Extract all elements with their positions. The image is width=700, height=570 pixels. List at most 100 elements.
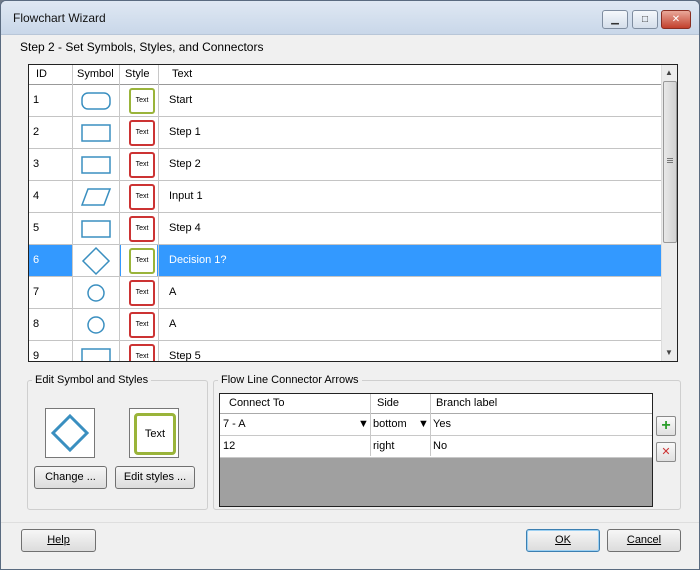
symbol-cell[interactable] — [73, 245, 119, 276]
chevron-down-icon[interactable]: ▼ — [418, 418, 429, 430]
column-id-header[interactable]: ID — [36, 68, 47, 80]
maximize-button[interactable]: □ — [632, 10, 658, 29]
symbol-cell[interactable] — [73, 309, 119, 340]
branch-label-cell[interactable]: No — [433, 440, 447, 452]
column-divider — [370, 394, 371, 456]
column-text-header[interactable]: Text — [172, 68, 192, 80]
column-branch-header[interactable]: Branch label — [436, 397, 497, 409]
close-button[interactable]: ✕ — [661, 10, 691, 29]
column-connect-to-header[interactable]: Connect To — [229, 397, 284, 409]
chevron-down-icon[interactable]: ▼ — [358, 418, 369, 430]
style-swatch: Text — [129, 120, 155, 146]
column-side-header[interactable]: Side — [377, 397, 399, 409]
column-symbol-header[interactable]: Symbol — [77, 68, 114, 80]
style-cell[interactable]: Text — [121, 341, 157, 361]
rectangle-icon — [81, 220, 111, 238]
table-row[interactable]: 1 Text Start — [29, 85, 662, 117]
style-swatch: Text — [129, 344, 155, 361]
symbol-cell[interactable] — [73, 213, 119, 244]
side-select[interactable]: bottom — [373, 418, 407, 430]
delete-connector-icon[interactable]: ✕ — [656, 442, 676, 462]
window-title: Flowchart Wizard — [13, 11, 106, 25]
style-cell[interactable]: Text — [121, 245, 157, 276]
help-button[interactable]: Help — [21, 529, 96, 552]
connect-to-cell[interactable]: 12 — [223, 440, 235, 452]
side-cell[interactable]: right — [373, 440, 394, 452]
connector-table-header: Connect To Side Branch label — [220, 394, 652, 414]
row-text[interactable]: A — [169, 318, 176, 330]
column-divider — [72, 65, 73, 361]
row-text[interactable]: Step 2 — [169, 158, 201, 170]
table-row[interactable]: 3 Text Step 2 — [29, 149, 662, 181]
branch-label-cell[interactable]: Yes — [433, 418, 451, 430]
connect-to-select[interactable]: 7 - A — [223, 418, 246, 430]
row-text[interactable]: Start — [169, 94, 192, 106]
rectangle-icon — [81, 124, 111, 142]
style-cell[interactable]: Text — [121, 309, 157, 340]
column-divider — [430, 394, 431, 456]
connector-row[interactable]: 7 - A ▼ bottom ▼ Yes — [220, 414, 652, 436]
connector-row[interactable]: 12 right No — [220, 436, 652, 458]
style-preview: Text — [129, 408, 179, 458]
style-cell[interactable]: Text — [121, 277, 157, 308]
symbols-grid[interactable]: ID Symbol Style Text 1 Text Start 2 Text Step… — [28, 64, 678, 362]
table-row[interactable]: 2 Text Step 1 — [29, 117, 662, 149]
row-text[interactable]: A — [169, 286, 176, 298]
row-text[interactable]: Step 5 — [169, 350, 201, 361]
minimize-button[interactable]: ▁ — [602, 10, 628, 29]
table-row[interactable]: 5 Text Step 4 — [29, 213, 662, 245]
row-text[interactable]: Step 4 — [169, 222, 201, 234]
style-swatch: Text — [129, 152, 155, 178]
table-row[interactable]: 4 Text Input 1 — [29, 181, 662, 213]
diamond-icon — [50, 413, 90, 453]
circle-icon — [87, 316, 105, 334]
scroll-up-icon[interactable]: ▲ — [665, 68, 673, 77]
connector-legend: Flow Line Connector Arrows — [221, 374, 359, 386]
row-text[interactable]: Input 1 — [169, 190, 203, 202]
style-cell[interactable]: Text — [121, 213, 157, 244]
cancel-button[interactable]: Cancel — [607, 529, 681, 552]
symbol-cell[interactable] — [73, 117, 119, 148]
ok-button[interactable]: OK — [526, 529, 600, 552]
style-cell[interactable]: Text — [121, 181, 157, 212]
add-connector-icon[interactable]: + — [656, 416, 676, 436]
rounded-rectangle-icon — [81, 92, 111, 110]
circle-icon — [87, 284, 105, 302]
table-row[interactable]: 8 Text A — [29, 309, 662, 341]
row-id: 8 — [33, 318, 40, 330]
grid-scrollbar[interactable]: ▲ ▼ — [661, 65, 677, 361]
symbol-cell[interactable] — [73, 277, 119, 308]
change-symbol-button[interactable]: Change ... — [34, 466, 107, 489]
symbol-cell[interactable] — [73, 149, 119, 180]
style-cell[interactable]: Text — [121, 149, 157, 180]
row-id: 1 — [33, 94, 40, 106]
table-row[interactable]: 6 Text Decision 1? — [29, 245, 662, 277]
scroll-down-icon[interactable]: ▼ — [665, 348, 673, 357]
symbol-preview — [45, 408, 95, 458]
style-cell[interactable]: Text — [121, 117, 157, 148]
scroll-thumb[interactable] — [663, 81, 677, 243]
symbol-cell[interactable] — [73, 341, 119, 361]
column-style-header[interactable]: Style — [125, 68, 149, 80]
title-bar: Flowchart Wizard ▁ □ ✕ — [1, 1, 699, 35]
row-text[interactable]: Step 1 — [169, 126, 201, 138]
rectangle-icon — [81, 156, 111, 174]
style-cell[interactable]: Text — [121, 85, 157, 116]
style-swatch: Text — [129, 216, 155, 242]
row-id: 6 — [33, 254, 40, 266]
edit-symbol-legend: Edit Symbol and Styles — [35, 374, 149, 386]
style-swatch: Text — [129, 88, 155, 114]
diamond-icon — [81, 246, 111, 276]
rectangle-icon — [81, 348, 111, 361]
row-id: 9 — [33, 350, 40, 362]
row-id: 5 — [33, 222, 40, 234]
style-swatch: Text — [129, 184, 155, 210]
symbol-cell[interactable] — [73, 181, 119, 212]
connector-table[interactable]: Connect To Side Branch label 7 - A ▼ bot… — [219, 393, 653, 507]
table-row[interactable]: 9 Text Step 5 — [29, 341, 662, 362]
symbol-cell[interactable] — [73, 85, 119, 116]
row-text[interactable]: Decision 1? — [169, 254, 226, 266]
edit-styles-button[interactable]: Edit styles ... — [115, 466, 195, 489]
style-swatch: Text — [129, 280, 155, 306]
table-row[interactable]: 7 Text A — [29, 277, 662, 309]
